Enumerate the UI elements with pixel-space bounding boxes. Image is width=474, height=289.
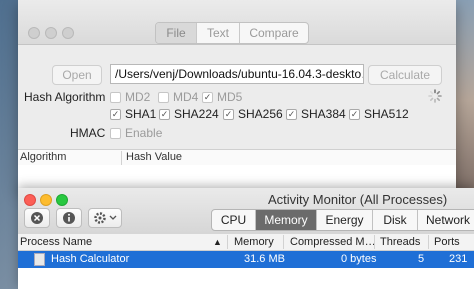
minimize-window-icon[interactable] <box>45 27 57 39</box>
column-separator <box>428 235 429 249</box>
category-tabs: CPU Memory Energy Disk Network <box>211 209 474 231</box>
md4-label: MD4 <box>173 90 199 104</box>
window-title: Activity Monitor (All Processes) <box>268 192 448 207</box>
tab-compare[interactable]: Compare <box>240 23 308 43</box>
column-algorithm[interactable]: Algorithm <box>20 151 66 163</box>
mode-segmented-control: File Text Compare <box>155 22 309 44</box>
info-icon <box>63 212 75 224</box>
tab-text[interactable]: Text <box>197 23 240 43</box>
checkmark-icon: ✓ <box>349 108 360 120</box>
close-window-icon[interactable] <box>24 194 36 206</box>
column-hash-value[interactable]: Hash Value <box>126 151 182 163</box>
hmac-enable-label: Enable <box>125 126 163 140</box>
column-threads[interactable]: Threads <box>380 236 420 248</box>
tab-energy[interactable]: Energy <box>317 210 373 230</box>
sha512-label: SHA512 <box>364 107 409 121</box>
calculate-button[interactable]: Calculate <box>368 65 442 85</box>
checkmark-icon: ✓ <box>202 91 213 103</box>
process-name-cell: Hash Calculator <box>51 253 130 265</box>
activity-monitor-window: Activity Monitor (All Processes) CPU Mem… <box>18 188 474 289</box>
minimize-window-icon[interactable] <box>40 194 52 206</box>
zoom-window-icon[interactable] <box>62 27 74 39</box>
checkbox-box <box>158 91 169 103</box>
column-memory[interactable]: Memory <box>234 236 274 248</box>
hmac-enable-checkbox[interactable]: Enable <box>110 126 162 140</box>
tab-cpu[interactable]: CPU <box>212 210 256 230</box>
compressed-memory-cell: 0 bytes <box>341 253 377 265</box>
hash-calculator-app-icon <box>34 253 45 266</box>
column-separator <box>283 235 284 249</box>
md4-checkbox[interactable]: MD4 <box>158 90 198 104</box>
tab-network[interactable]: Network <box>418 210 474 230</box>
table-row[interactable]: Hash Calculator 31.6 MB 0 bytes 5 231 <box>18 251 474 268</box>
checkmark-icon: ✓ <box>159 108 170 120</box>
hash-algorithm-label: Hash Algorithm <box>24 90 106 104</box>
tab-file[interactable]: File <box>156 23 197 43</box>
column-separator <box>374 235 375 249</box>
column-process-name[interactable]: Process Name <box>20 236 92 248</box>
column-separator <box>227 235 228 249</box>
checkmark-icon: ✓ <box>223 108 234 120</box>
tab-memory[interactable]: Memory <box>256 210 317 230</box>
checkbox-box <box>110 127 121 139</box>
sha1-checkbox[interactable]: ✓ SHA1 <box>110 107 156 121</box>
sha1-label: SHA1 <box>125 107 157 121</box>
file-path-field[interactable]: /Users/venj/Downloads/ubuntu-16.04.3-des… <box>110 64 364 84</box>
hmac-label: HMAC <box>70 126 106 140</box>
zoom-window-icon[interactable] <box>56 194 68 206</box>
threads-cell: 5 <box>418 253 425 265</box>
loading-spinner-icon <box>428 89 442 103</box>
hash-table-header: Algorithm Hash Value <box>18 149 456 166</box>
hash-results-table <box>18 165 456 190</box>
sha512-checkbox[interactable]: ✓ SHA512 <box>349 107 409 121</box>
column-separator <box>121 151 122 165</box>
gear-icon <box>94 212 117 224</box>
md5-label: MD5 <box>217 90 243 104</box>
checkmark-icon: ✓ <box>110 108 121 120</box>
hash-calculator-titlebar: File Text Compare <box>18 0 456 45</box>
sha384-label: SHA384 <box>301 107 346 121</box>
md5-checkbox[interactable]: ✓ MD5 <box>202 90 242 104</box>
open-button[interactable]: Open <box>52 65 102 85</box>
sha224-label: SHA224 <box>174 107 219 121</box>
md2-checkbox[interactable]: MD2 <box>110 90 150 104</box>
hash-calculator-window: File Text Compare Open /Users/venj/Downl… <box>18 0 456 190</box>
memory-cell: 31.6 MB <box>244 253 285 265</box>
stop-process-button[interactable] <box>24 208 50 228</box>
action-menu-button[interactable] <box>88 208 122 228</box>
sha256-label: SHA256 <box>238 107 283 121</box>
sort-indicator-icon: ▲ <box>213 237 222 247</box>
sha256-checkbox[interactable]: ✓ SHA256 <box>223 107 283 121</box>
md2-label: MD2 <box>125 90 151 104</box>
sha224-checkbox[interactable]: ✓ SHA224 <box>159 107 219 121</box>
checkmark-icon: ✓ <box>286 108 297 120</box>
process-table-body <box>18 268 474 289</box>
column-compressed-memory[interactable]: Compressed M… <box>290 236 376 248</box>
checkbox-box <box>110 91 121 103</box>
sha384-checkbox[interactable]: ✓ SHA384 <box>286 107 346 121</box>
inspect-process-button[interactable] <box>56 208 82 228</box>
tab-disk[interactable]: Disk <box>373 210 418 230</box>
column-ports[interactable]: Ports <box>434 236 460 248</box>
process-table-header: Process Name ▲ Memory Compressed M… Thre… <box>18 234 474 251</box>
ports-cell: 231 <box>449 253 468 265</box>
close-window-icon[interactable] <box>28 27 40 39</box>
stop-process-icon <box>31 212 43 224</box>
activity-monitor-titlebar: Activity Monitor (All Processes) CPU Mem… <box>18 188 474 235</box>
